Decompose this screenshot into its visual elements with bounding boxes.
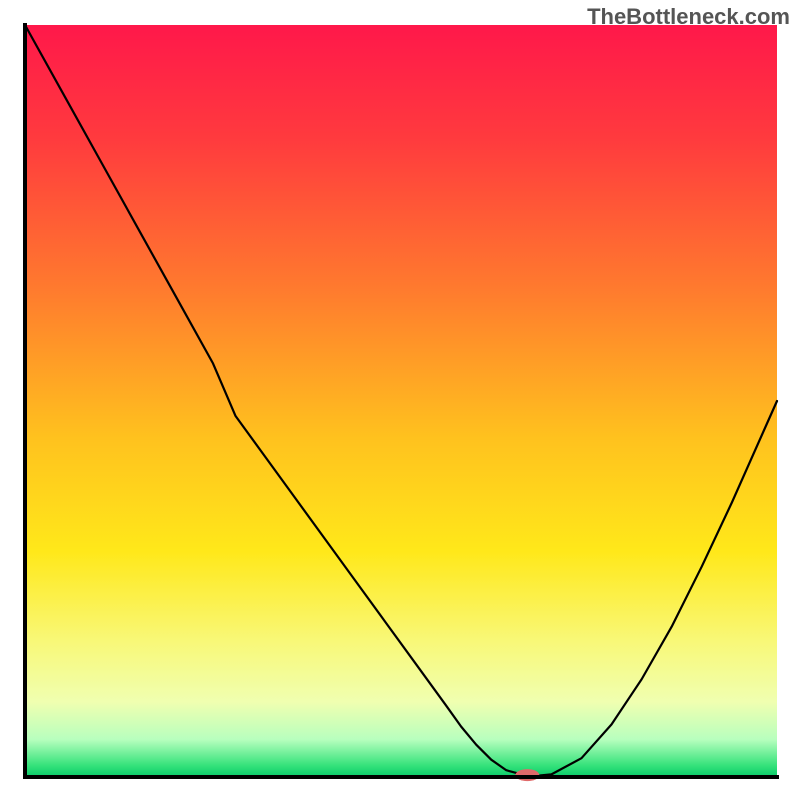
watermark-label: TheBottleneck.com	[587, 4, 790, 30]
chart-svg	[0, 0, 800, 800]
chart-container: TheBottleneck.com	[0, 0, 800, 800]
chart-background-gradient	[25, 25, 777, 777]
